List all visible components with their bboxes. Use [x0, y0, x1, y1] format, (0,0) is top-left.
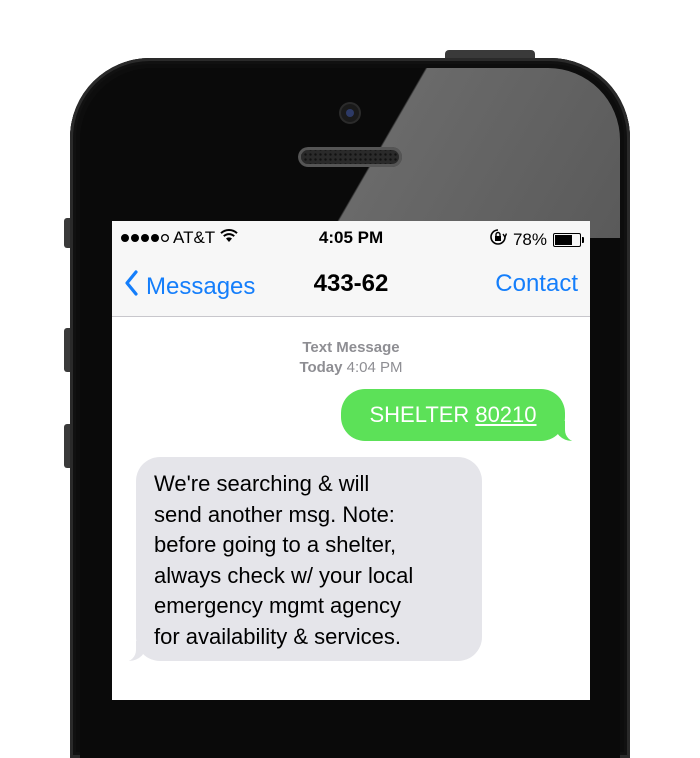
timestamp-time: 4:04 PM — [346, 359, 403, 376]
battery-percent: 78% — [512, 229, 547, 249]
outgoing-keyword: SHELTER — [369, 402, 470, 427]
status-right: 78% — [489, 228, 584, 251]
status-bar: AT&T 4:05 PM 78% — [112, 221, 590, 253]
battery-level — [555, 234, 573, 245]
timestamp-day: Today — [299, 359, 343, 376]
message-type-label: Text Message — [302, 339, 400, 356]
message-timestamp: Text Message Today 4:04 PM — [112, 338, 590, 378]
navigation-bar: Messages 433-62 Contact — [112, 253, 590, 317]
back-button-label: Messages — [146, 272, 256, 300]
phone-screen: AT&T 4:05 PM 78% Messages 433-62 Contact… — [112, 221, 590, 700]
outgoing-message-bubble[interactable]: SHELTER 80210 — [341, 389, 583, 442]
message-line: before going to a shelter, — [154, 532, 397, 557]
message-line: for availability & services. — [154, 623, 401, 649]
message-line: We're searching & will — [154, 471, 370, 496]
incoming-message-bubble[interactable]: We're searching & will send another msg.… — [118, 457, 482, 662]
battery-icon — [553, 232, 584, 247]
message-line: send another msg. Note: — [154, 501, 395, 527]
chevron-left-icon — [124, 270, 138, 303]
contact-button[interactable]: Contact — [495, 270, 578, 298]
message-line: always check w/ your local — [154, 562, 414, 588]
conversation-title: 433-62 — [313, 270, 389, 297]
orientation-lock-icon — [489, 228, 508, 251]
front-camera — [341, 104, 359, 122]
back-button[interactable]: Messages — [124, 270, 255, 303]
message-line: emergency mgmt agency — [154, 593, 401, 618]
zip-code-link[interactable]: 80210 — [475, 402, 536, 428]
earpiece-speaker — [298, 147, 402, 167]
